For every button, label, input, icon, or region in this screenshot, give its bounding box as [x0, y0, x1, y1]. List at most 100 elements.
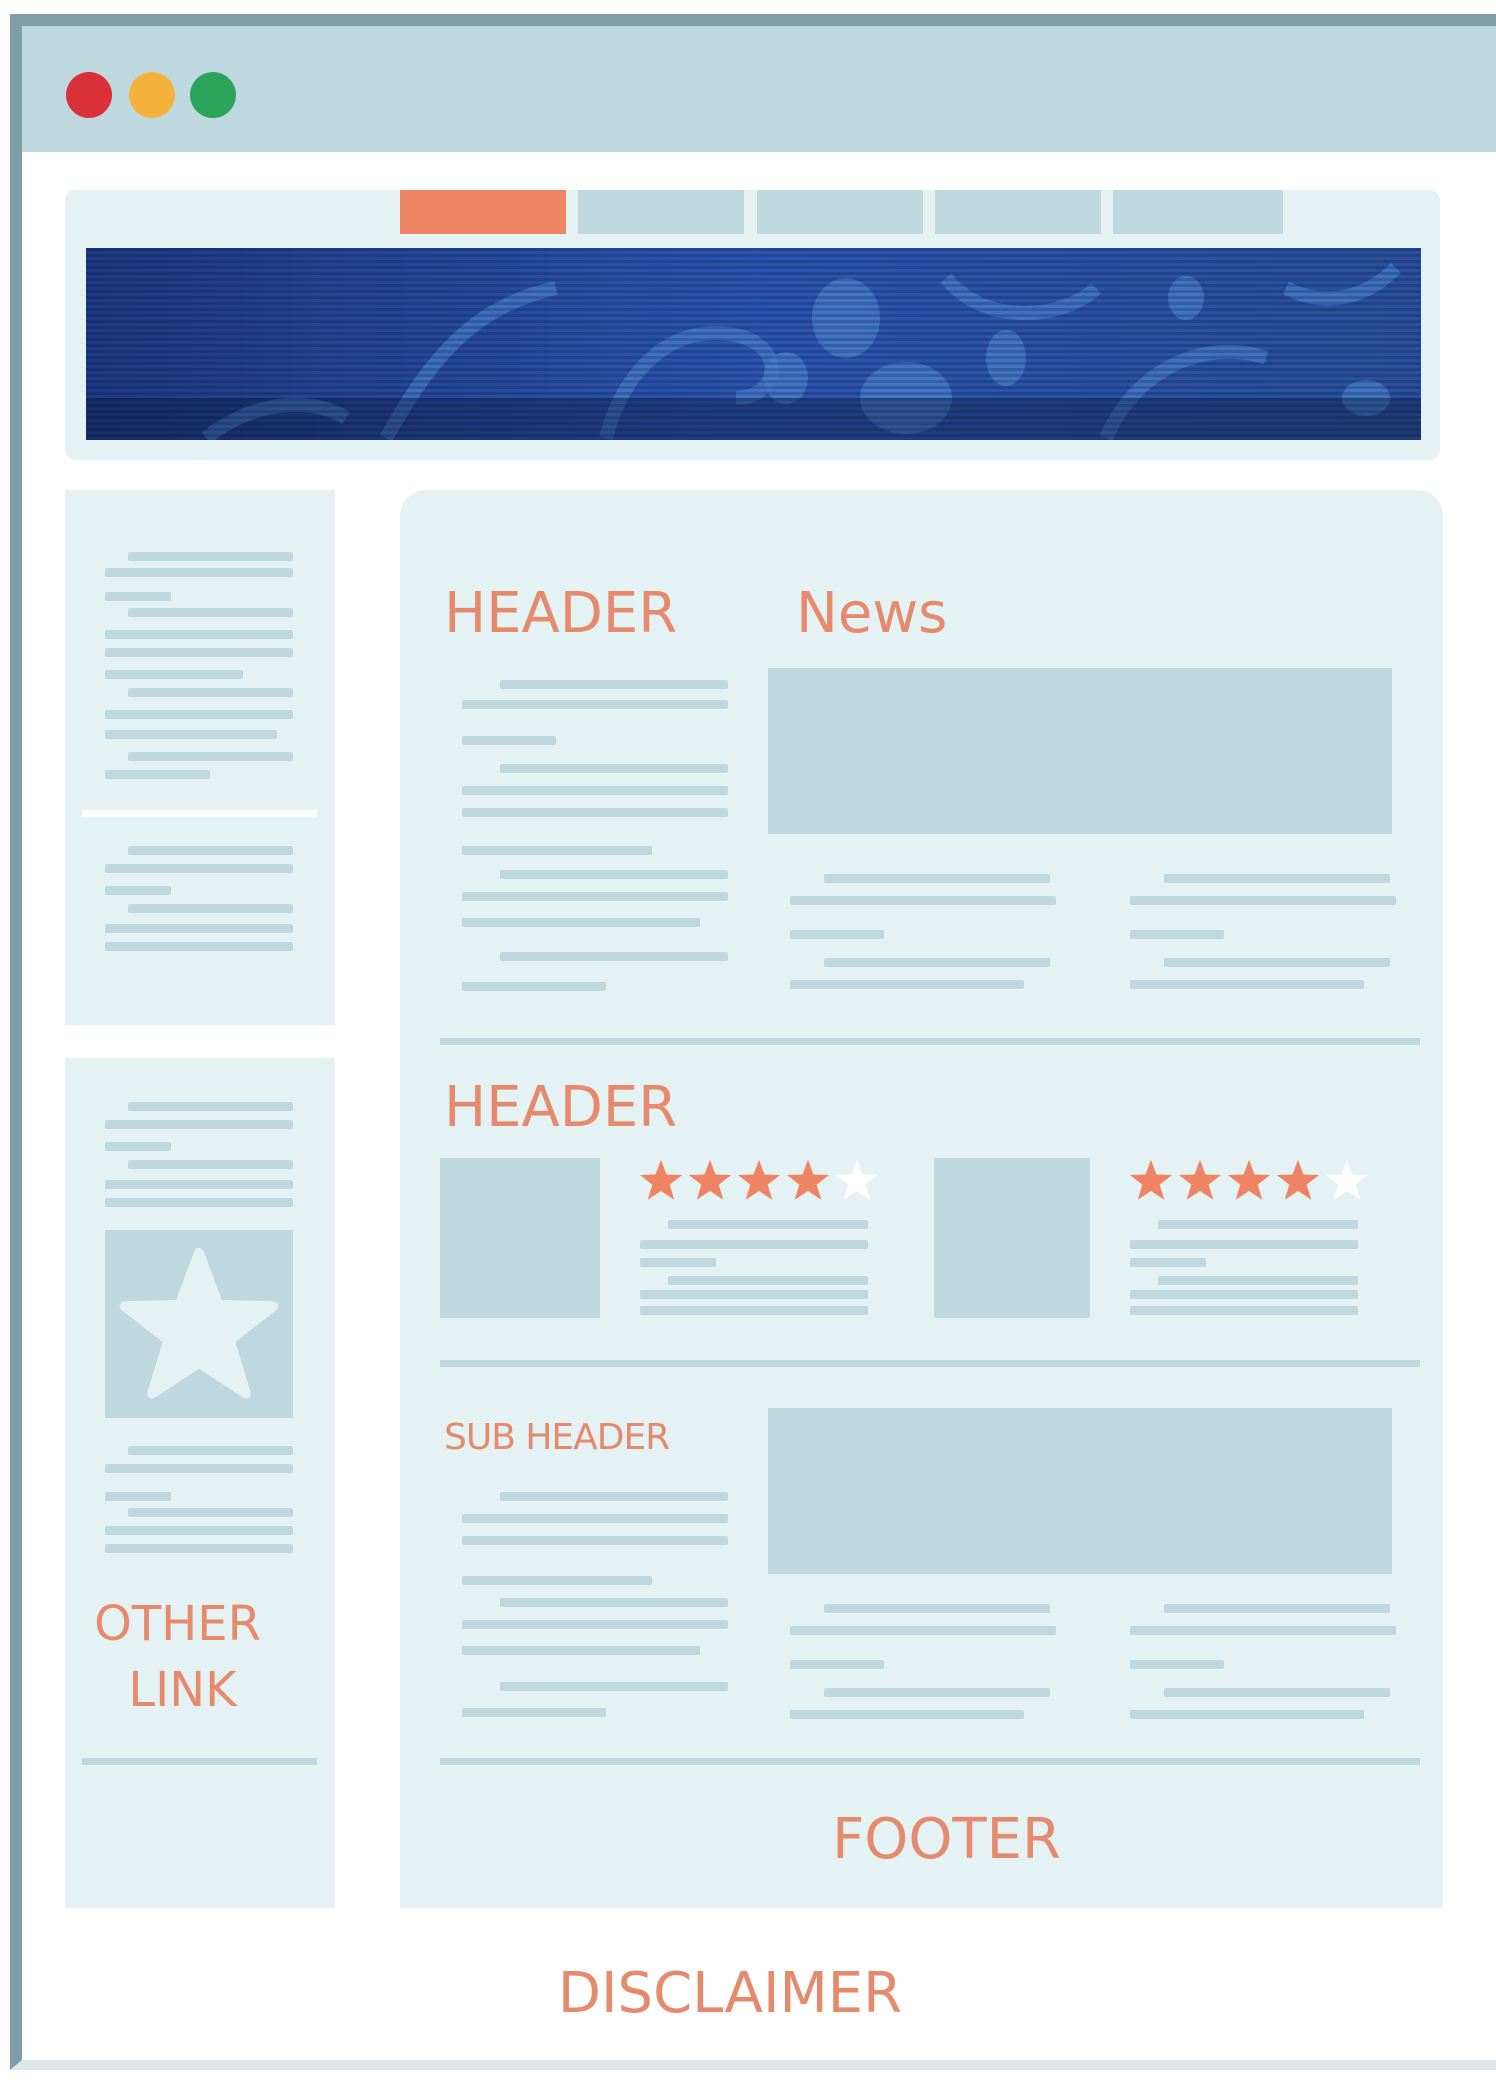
text-line: [105, 924, 293, 933]
star-filled-icon: [786, 1159, 830, 1200]
text-line: [105, 942, 293, 951]
text-line: [128, 904, 293, 913]
text-line: [500, 1492, 728, 1501]
disclaimer-label: DISCLAIMER: [557, 1961, 903, 2026]
text-line: [1158, 1220, 1358, 1229]
text-line: [640, 1258, 716, 1267]
star-filled-icon: [688, 1159, 732, 1200]
text-line: [462, 846, 652, 855]
text-line: [462, 1514, 728, 1523]
nav-tab[interactable]: [578, 190, 744, 234]
close-dot[interactable]: [66, 72, 112, 118]
text-line: [1130, 1290, 1358, 1299]
star-filled-icon: [1227, 1159, 1271, 1200]
nav-tab[interactable]: [1113, 190, 1283, 234]
maximize-dot[interactable]: [190, 72, 236, 118]
product-image: [440, 1158, 600, 1318]
text-line: [500, 1598, 728, 1607]
text-line: [105, 1492, 171, 1501]
text-line: [105, 864, 293, 873]
footer-label: FOOTER: [832, 1807, 1061, 1872]
text-line: [1164, 1604, 1390, 1613]
other-link[interactable]: OTHER LINK: [65, 1600, 300, 1714]
text-line: [790, 980, 1024, 989]
text-line: [1130, 896, 1396, 905]
star-filled-icon: [737, 1159, 781, 1200]
text-line: [128, 688, 293, 697]
text-line: [105, 710, 293, 719]
text-line: [500, 680, 728, 689]
news-image: [768, 668, 1392, 834]
text-line: [128, 1446, 293, 1455]
text-line: [462, 1646, 700, 1655]
text-line: [1164, 874, 1390, 883]
text-line: [790, 1626, 1056, 1635]
text-line: [1164, 958, 1390, 967]
other-link-line1: OTHER: [94, 1596, 261, 1652]
text-line: [105, 1180, 293, 1189]
text-line: [824, 874, 1050, 883]
text-line: [824, 958, 1050, 967]
nav-tab[interactable]: [935, 190, 1101, 234]
text-line: [462, 700, 728, 709]
text-line: [128, 1102, 293, 1111]
text-line: [105, 1544, 293, 1553]
text-line: [1130, 980, 1364, 989]
text-line: [105, 730, 277, 739]
text-line: [790, 1660, 884, 1669]
nav-tab-active[interactable]: [400, 190, 566, 234]
text-line: [462, 982, 606, 991]
text-line: [1164, 1688, 1390, 1697]
text-line: [462, 892, 728, 901]
star-icon: [119, 1247, 279, 1399]
star-filled-icon: [1276, 1159, 1320, 1200]
text-line: [1130, 930, 1224, 939]
text-line: [105, 630, 293, 639]
text-line: [105, 886, 171, 895]
star-empty-icon: [835, 1159, 879, 1200]
text-line: [462, 918, 700, 927]
text-line: [105, 1526, 293, 1535]
text-line: [128, 752, 293, 761]
text-line: [1130, 1626, 1396, 1635]
text-line: [1130, 1306, 1358, 1315]
text-line: [1130, 1660, 1224, 1669]
text-line: [1130, 1258, 1206, 1267]
divider: [440, 1360, 1420, 1367]
divider: [82, 810, 317, 817]
text-line: [128, 1508, 293, 1517]
text-line: [462, 1536, 728, 1545]
text-line: [500, 764, 728, 773]
divider: [82, 1758, 317, 1765]
divider: [440, 1758, 1420, 1765]
text-line: [105, 670, 243, 679]
text-line: [462, 1620, 728, 1629]
star-filled-icon: [639, 1159, 683, 1200]
text-line: [105, 1142, 171, 1151]
section-header: HEADER: [444, 1075, 678, 1140]
text-line: [462, 786, 728, 795]
text-line: [790, 1710, 1024, 1719]
text-line: [462, 808, 728, 817]
text-line: [105, 648, 293, 657]
sub-image: [768, 1408, 1392, 1574]
section-header: HEADER: [444, 581, 678, 646]
minimize-dot[interactable]: [129, 72, 175, 118]
nav-tab[interactable]: [757, 190, 923, 234]
sub-header: SUB HEADER: [444, 1417, 670, 1458]
news-label: News: [796, 581, 948, 646]
text-line: [500, 1682, 728, 1691]
text-line: [668, 1220, 868, 1229]
text-line: [462, 736, 556, 745]
banner-image: [86, 248, 1421, 440]
text-line: [105, 1198, 293, 1207]
text-line: [105, 1120, 293, 1129]
text-line: [790, 930, 884, 939]
text-line: [640, 1290, 868, 1299]
text-line: [128, 1160, 293, 1169]
text-line: [668, 1276, 868, 1285]
text-line: [500, 952, 728, 961]
text-line: [105, 1464, 293, 1473]
text-line: [640, 1306, 868, 1315]
star-filled-icon: [1178, 1159, 1222, 1200]
